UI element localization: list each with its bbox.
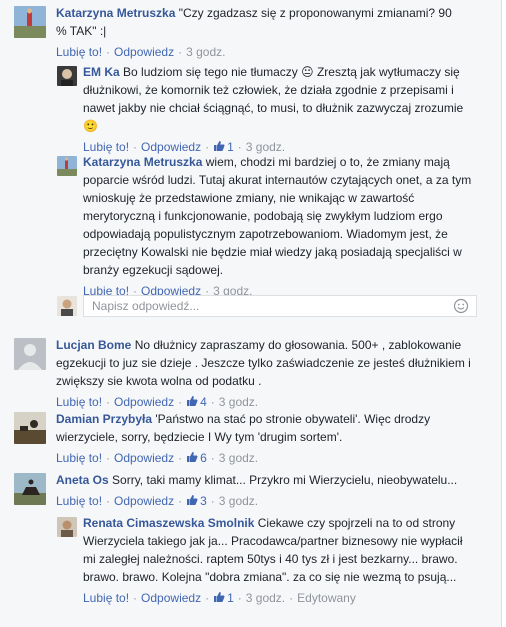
like-count[interactable]: 1 [213, 591, 234, 605]
like-button[interactable]: Lubię to! [83, 591, 129, 605]
reply-button[interactable]: Odpowiedz [114, 494, 174, 508]
like-count[interactable]: 6 [186, 451, 207, 465]
comment-time[interactable]: 3 godz. [219, 395, 258, 409]
comment: Katarzyna Metruszka "Czy zgadzasz się z … [14, 4, 454, 61]
comment-author[interactable]: Damian Przybyła [56, 412, 152, 426]
smiley-icon[interactable] [453, 298, 469, 314]
avatar[interactable] [14, 338, 46, 370]
reply-comment: Renata Cimaszewska Smolnik Ciekawe czy s… [57, 514, 475, 607]
like-count[interactable]: 1 [213, 140, 234, 154]
comment: Damian Przybyła 'Państwo na stać po stro… [14, 410, 482, 467]
avatar [57, 296, 77, 316]
comment-text: Bo ludziom się tego nie tłumaczy 😐 Zresz… [83, 65, 464, 133]
comment-author[interactable]: Renata Cimaszewska Smolnik [83, 516, 254, 530]
like-count[interactable]: 4 [186, 395, 207, 409]
avatar[interactable] [57, 517, 77, 537]
comment-author[interactable]: Katarzyna Metruszka [83, 155, 202, 169]
comment-time[interactable]: 3 godz. [246, 140, 285, 154]
reply-button[interactable]: Odpowiedz [114, 451, 174, 465]
avatar[interactable] [57, 156, 77, 176]
like-button[interactable]: Lubię to! [56, 395, 102, 409]
comment-author[interactable]: EM Ka [83, 65, 120, 79]
like-button[interactable]: Lubię to! [83, 140, 129, 154]
comment-author[interactable]: Lucjan Bome [56, 338, 131, 352]
thumbs-up-icon [214, 592, 225, 602]
comment-time[interactable]: 3 godz. [246, 591, 285, 605]
comments-panel: Katarzyna Metruszka "Czy zgadzasz się z … [0, 0, 502, 627]
reply-button[interactable]: Odpowiedz [114, 395, 174, 409]
reply-button[interactable]: Odpowiedz [141, 140, 201, 154]
comment: Aneta Os Sorry, taki mamy klimat... Przy… [14, 471, 482, 510]
reply-comment: Katarzyna Metruszka wiem, chodzi mi bard… [57, 153, 475, 300]
comment-time[interactable]: 3 godz. [219, 494, 258, 508]
like-button[interactable]: Lubię to! [56, 45, 102, 59]
avatar[interactable] [14, 473, 46, 505]
comment-author[interactable]: Aneta Os [56, 473, 109, 487]
comment: Lucjan Bome No dłużnicy zapraszamy do gł… [14, 336, 482, 411]
comment-text: Sorry, taki mamy klimat... Przykro mi Wi… [112, 473, 458, 487]
like-button[interactable]: Lubię to! [56, 494, 102, 508]
comment-text: wiem, chodzi mi bardziej o to, że zmiany… [83, 155, 472, 277]
edited-label[interactable]: Edytowany [297, 591, 356, 605]
like-button[interactable]: Lubię to! [56, 451, 102, 465]
comment-author[interactable]: Katarzyna Metruszka [56, 6, 175, 20]
comment-time[interactable]: 3 godz. [186, 45, 225, 59]
reply-button[interactable]: Odpowiedz [141, 591, 201, 605]
like-count[interactable]: 3 [186, 494, 207, 508]
thumbs-up-icon [187, 495, 198, 505]
reply-input[interactable]: Napisz odpowiedź... [83, 295, 477, 317]
avatar[interactable] [14, 6, 46, 38]
reply-button[interactable]: Odpowiedz [114, 45, 174, 59]
reply-comment: EM Ka Bo ludziom się tego nie tłumaczy 😐… [57, 63, 475, 156]
thumbs-up-icon [214, 141, 225, 151]
avatar[interactable] [14, 412, 46, 444]
avatar[interactable] [57, 66, 77, 86]
thumbs-up-icon [187, 452, 198, 462]
comment-time[interactable]: 3 godz. [219, 451, 258, 465]
thumbs-up-icon [187, 396, 198, 406]
